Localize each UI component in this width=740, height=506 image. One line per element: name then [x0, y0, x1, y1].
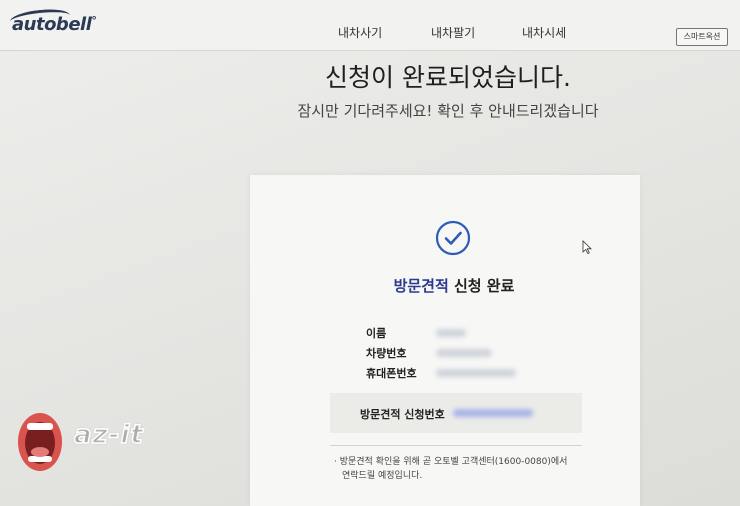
request-number-box: 방문견적 신청번호: [330, 393, 582, 433]
logo-text: autobell: [12, 14, 92, 35]
nav-car-price[interactable]: 내차시세: [522, 24, 566, 41]
mouth-mascot-icon: [18, 413, 62, 471]
check-circle-icon: [435, 220, 471, 256]
watermark-text: az-it: [73, 419, 144, 451]
divider: [330, 445, 582, 446]
request-number-label: 방문견적 신청번호: [360, 408, 445, 421]
field-value-car-number-redacted: [436, 349, 492, 357]
completion-card: 방문견적 신청 완료 이름 차량번호 휴대폰번호 방문견적 신청번호 · 방문견…: [250, 175, 640, 506]
field-value-name-redacted: [436, 329, 466, 337]
field-value-phone-redacted: [436, 369, 516, 377]
nav-buy-car[interactable]: 내차사기: [338, 24, 382, 41]
notice-line-1: · 방문견적 확인을 위해 곧 오토벨 고객센터(1600-0080)에서: [334, 457, 568, 467]
smart-auction-button[interactable]: 스마트옥션: [676, 28, 728, 46]
card-title-rest: 신청 완료: [448, 277, 515, 295]
notice-text: · 방문견적 확인을 위해 곧 오토벨 고객센터(1600-0080)에서 연락…: [334, 455, 594, 483]
page-title: 신청이 완료되었습니다.: [325, 63, 571, 92]
top-navigation-bar: autobell° 내차사기 내차팔기 내차시세 스마트옥션: [0, 0, 740, 51]
autobell-logo[interactable]: autobell°: [12, 14, 97, 35]
page-subtitle: 잠시만 기다려주세요! 확인 후 안내드리겠습니다: [297, 102, 599, 120]
nav-sell-car[interactable]: 내차팔기: [431, 24, 475, 41]
notice-line-2: 연락드릴 예정입니다.: [342, 471, 423, 481]
logo-mark: °: [91, 14, 97, 27]
mouse-cursor-icon: [582, 240, 592, 254]
card-title: 방문견적 신청 완료: [250, 275, 658, 296]
card-title-accent: 방문견적: [393, 277, 449, 295]
request-number-value-redacted: [453, 409, 533, 417]
field-label-car-number: 차량번호: [366, 347, 407, 360]
field-label-phone: 휴대폰번호: [366, 367, 417, 380]
field-label-name: 이름: [366, 327, 387, 340]
